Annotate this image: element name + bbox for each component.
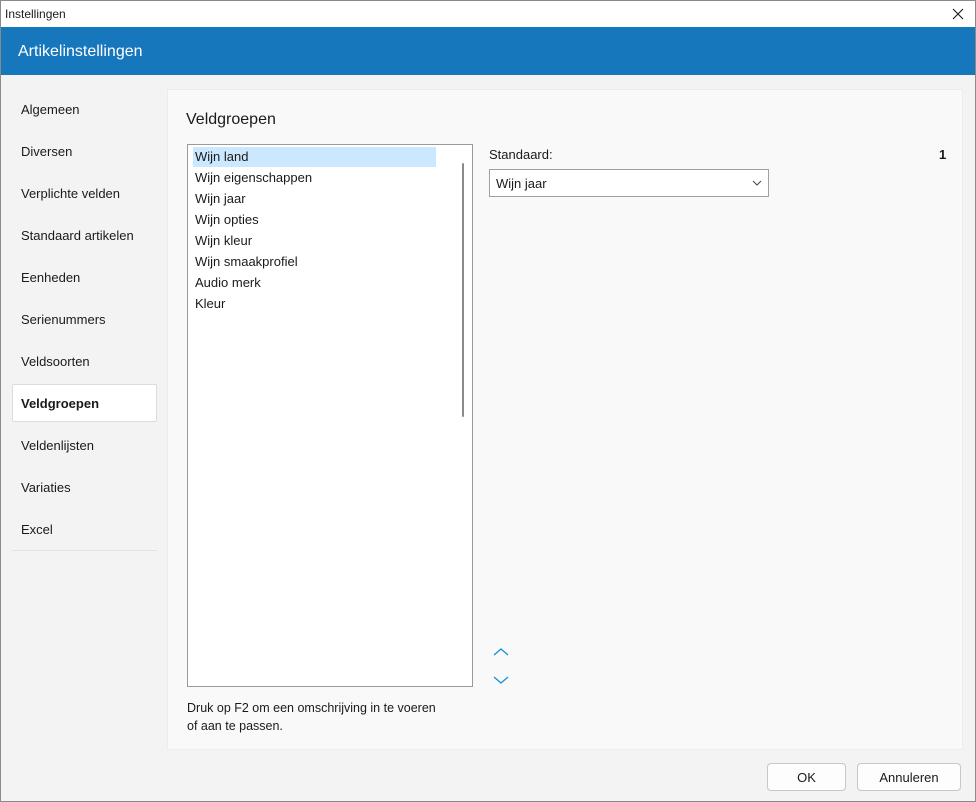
- sidebar-item-excel[interactable]: Excel: [12, 510, 157, 548]
- ok-button[interactable]: OK: [767, 763, 846, 791]
- sidebar-item-verplichte-velden[interactable]: Verplichte velden: [12, 174, 157, 212]
- list-item[interactable]: Kleur: [193, 294, 436, 314]
- standaard-select[interactable]: Wijn jaar: [489, 169, 769, 197]
- sidebar-item-veldenlijsten[interactable]: Veldenlijsten: [12, 426, 157, 464]
- hint-text: Druk op F2 om een omschrijving in te voe…: [187, 701, 436, 733]
- section-title: Veldgroepen: [186, 111, 276, 128]
- sidebar-item-veldgroepen[interactable]: Veldgroepen: [12, 384, 157, 422]
- list-item[interactable]: Wijn opties: [193, 210, 436, 230]
- move-down-button[interactable]: [491, 672, 511, 688]
- close-button[interactable]: [941, 1, 975, 27]
- chevron-up-icon: [493, 648, 509, 656]
- list-item[interactable]: Wijn smaakprofiel: [193, 252, 436, 272]
- sidebar-item-algemeen[interactable]: Algemeen: [12, 90, 157, 128]
- list-scrollbar[interactable]: [455, 145, 472, 686]
- settings-window: Instellingen Artikelinstellingen Algemee…: [0, 0, 976, 802]
- sidebar-item-diversen[interactable]: Diversen: [12, 132, 157, 170]
- chevron-down-icon: [752, 180, 762, 186]
- standaard-select-value: Wijn jaar: [496, 176, 547, 191]
- standaard-label: Standaard:: [489, 147, 553, 162]
- standaard-count: 1: [939, 147, 947, 162]
- list-item[interactable]: Wijn eigenschappen: [193, 168, 436, 188]
- move-up-button[interactable]: [491, 644, 511, 660]
- list-item[interactable]: Wijn land: [193, 147, 436, 167]
- page-title: Artikelinstellingen: [18, 43, 143, 60]
- close-icon: [952, 8, 964, 20]
- sidebar-divider: [12, 550, 157, 551]
- page-header: Artikelinstellingen: [1, 27, 975, 75]
- sidebar-item-standaard-artikelen[interactable]: Standaard artikelen: [12, 216, 157, 254]
- window-title: Instellingen: [5, 7, 66, 21]
- sidebar-item-serienummers[interactable]: Serienummers: [12, 300, 157, 338]
- sidebar-item-eenheden[interactable]: Eenheden: [12, 258, 157, 296]
- sidebar-item-variaties[interactable]: Variaties: [12, 468, 157, 506]
- cancel-button[interactable]: Annuleren: [857, 763, 961, 791]
- content-panel: Veldgroepen Wijn land Wijn eigenschappen…: [167, 89, 963, 750]
- sidebar-item-veldsoorten[interactable]: Veldsoorten: [12, 342, 157, 380]
- list-item[interactable]: Wijn jaar: [193, 189, 436, 209]
- field-groups-list[interactable]: Wijn land Wijn eigenschappen Wijn jaar W…: [187, 144, 473, 687]
- chevron-down-icon: [493, 676, 509, 684]
- list-item[interactable]: Wijn kleur: [193, 231, 436, 251]
- sidebar-nav: Algemeen Diversen Verplichte velden Stan…: [12, 90, 157, 551]
- list-item[interactable]: Audio merk: [193, 273, 436, 293]
- scrollbar-thumb[interactable]: [462, 163, 464, 417]
- title-bar: Instellingen: [1, 1, 975, 27]
